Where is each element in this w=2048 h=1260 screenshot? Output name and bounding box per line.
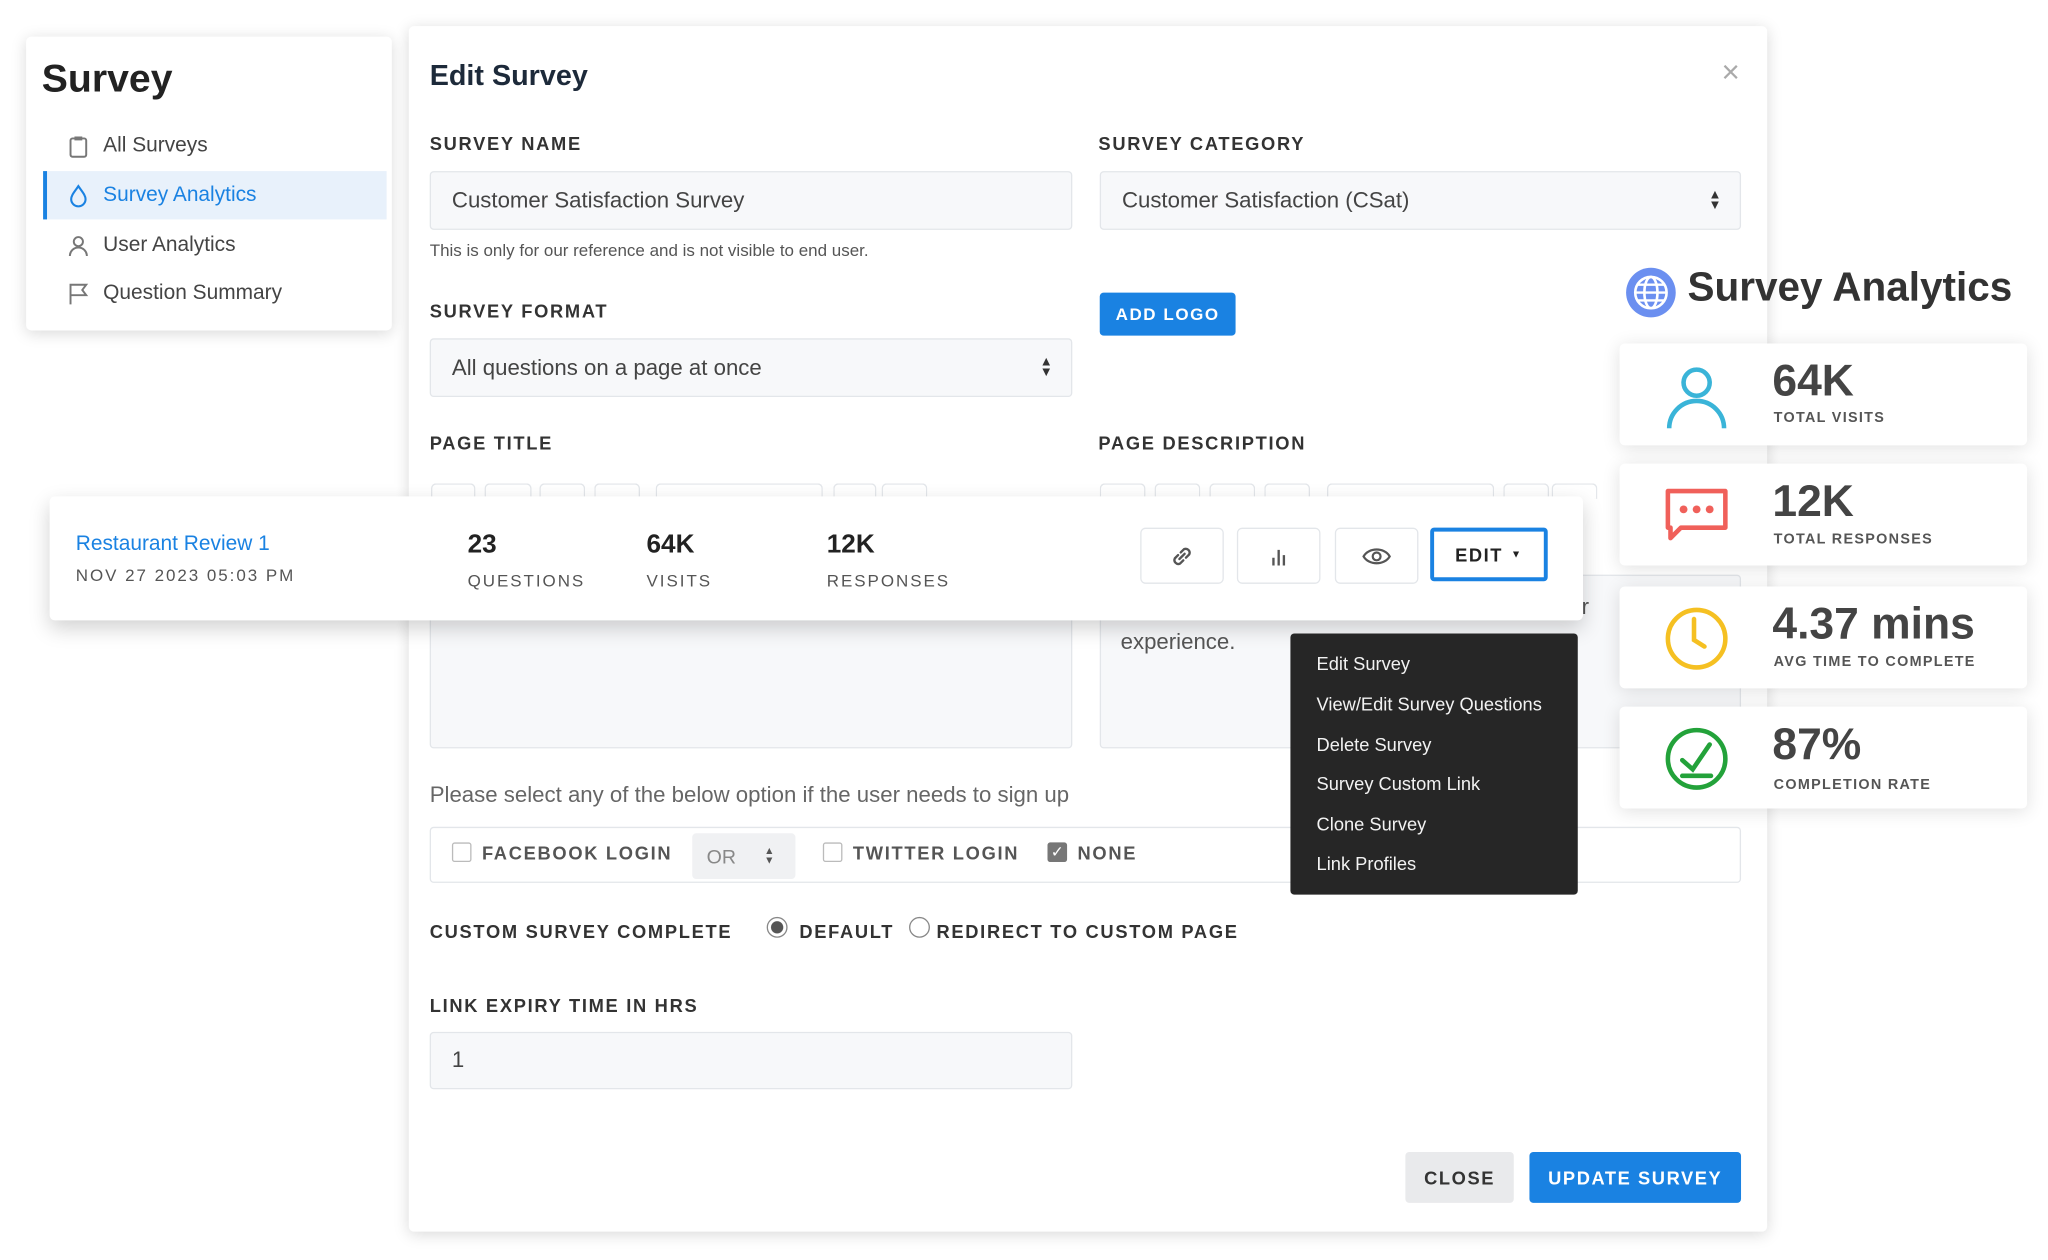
- page-description-text: experience.: [1120, 629, 1236, 655]
- stat-label: AVG TIME TO COMPLETE: [1773, 654, 1976, 671]
- check-circle-icon: [1665, 727, 1728, 790]
- signup-operator-select[interactable]: OR ▲ ▼: [692, 833, 796, 880]
- edit-label: EDIT: [1455, 543, 1504, 565]
- chat-bubble-icon: [1665, 488, 1728, 541]
- sidebar-item-label: Question Summary: [103, 281, 283, 304]
- survey-format-select[interactable]: All questions on a page at once ▲ ▼: [429, 338, 1073, 398]
- select-arrows-icon: ▲ ▼: [764, 845, 775, 866]
- link-expiry-label: LINK EXPIRY TIME IN HRS: [429, 995, 699, 1017]
- redirect-radio-label: REDIRECT TO CUSTOM PAGE: [936, 920, 1239, 942]
- analytics-button[interactable]: [1236, 527, 1321, 584]
- stat-value: 87%: [1772, 719, 1862, 770]
- sidebar-item-label: All Surveys: [103, 133, 208, 157]
- page-title-label: PAGE TITLE: [429, 432, 554, 454]
- sidebar-item-user-analytics[interactable]: User Analytics: [43, 221, 387, 269]
- preview-button[interactable]: [1334, 527, 1419, 584]
- select-arrows-icon: ▲ ▼: [1708, 188, 1722, 213]
- custom-survey-complete-label: CUSTOM SURVEY COMPLETE: [429, 920, 733, 942]
- questions-label: QUESTIONS: [467, 570, 586, 591]
- link-expiry-input[interactable]: 1: [429, 1031, 1073, 1090]
- operator-value: OR: [706, 846, 736, 869]
- survey-name-input[interactable]: Customer Satisfaction Survey: [429, 171, 1073, 230]
- menu-item-link-profiles[interactable]: Link Profiles: [1317, 853, 1417, 874]
- sidebar-item-label: Survey Analytics: [103, 183, 257, 206]
- clock-icon: [1665, 607, 1728, 670]
- menu-item-clone-survey[interactable]: Clone Survey: [1317, 814, 1427, 835]
- survey-format-value: All questions on a page at once: [451, 354, 762, 380]
- default-radio[interactable]: [766, 916, 788, 938]
- flag-icon: [69, 283, 89, 304]
- survey-date: NOV 27 2023 05:03 PM: [75, 565, 296, 586]
- sidebar-item-survey-analytics[interactable]: Survey Analytics: [43, 171, 387, 220]
- facebook-login-checkbox[interactable]: [451, 842, 472, 863]
- default-radio-label: DEFAULT: [799, 920, 895, 942]
- sidebar-item-question-summary[interactable]: Question Summary: [43, 269, 387, 317]
- sidebar-item-label: User Analytics: [103, 233, 236, 256]
- none-label: NONE: [1077, 842, 1138, 864]
- survey-category-select[interactable]: Customer Satisfaction (CSat) ▲ ▼: [1099, 171, 1742, 230]
- stat-card-avg-time: 4.37 mins AVG TIME TO COMPLETE: [1619, 586, 2028, 689]
- caret-down-icon: ▼: [1510, 548, 1523, 561]
- globe-icon: [1626, 267, 1676, 318]
- facebook-login-label: FACEBOOK LOGIN: [481, 842, 673, 864]
- signup-prompt: Please select any of the below option if…: [429, 782, 1070, 808]
- stat-label: COMPLETION RATE: [1773, 777, 1932, 793]
- link-icon: [1173, 547, 1191, 565]
- add-logo-button[interactable]: ADD LOGO: [1099, 292, 1236, 336]
- modal-title: Edit Survey: [429, 58, 588, 92]
- visits-label: VISITS: [646, 570, 713, 591]
- none-checkbox[interactable]: ✓: [1047, 842, 1068, 863]
- menu-item-custom-link[interactable]: Survey Custom Link: [1317, 773, 1481, 794]
- survey-category-label: SURVEY CATEGORY: [1098, 133, 1306, 155]
- close-button[interactable]: CLOSE: [1405, 1151, 1514, 1203]
- edit-dropdown-button[interactable]: EDIT ▼: [1430, 527, 1548, 582]
- clipboard-icon: [69, 135, 88, 158]
- survey-name-link[interactable]: Restaurant Review 1: [76, 533, 270, 557]
- user-icon: [1666, 367, 1727, 429]
- stat-value: 4.37 mins: [1772, 599, 1975, 650]
- page-description-label: PAGE DESCRIPTION: [1098, 432, 1307, 454]
- select-arrows-icon: ▲ ▼: [1039, 355, 1053, 381]
- edit-dropdown-menu: Edit Survey View/Edit Survey Questions D…: [1290, 633, 1578, 895]
- stat-card-completion-rate: 87% COMPLETION RATE: [1619, 706, 2028, 809]
- survey-name-help: This is only for our reference and is no…: [429, 240, 869, 260]
- redirect-radio[interactable]: [909, 916, 930, 938]
- survey-name-label: SURVEY NAME: [429, 133, 582, 155]
- update-survey-button[interactable]: UPDATE SURVEY: [1529, 1151, 1742, 1203]
- menu-item-delete-survey[interactable]: Delete Survey: [1317, 734, 1432, 755]
- stat-label: TOTAL RESPONSES: [1773, 531, 1933, 548]
- user-icon: [68, 235, 88, 256]
- survey-format-label: SURVEY FORMAT: [429, 300, 609, 322]
- copy-link-button[interactable]: [1140, 527, 1224, 584]
- droplet-icon: [70, 183, 87, 207]
- menu-item-edit-survey[interactable]: Edit Survey: [1317, 653, 1411, 674]
- stat-value: 64K: [1772, 356, 1854, 407]
- sidebar-item-all-surveys[interactable]: All Surveys: [43, 121, 387, 169]
- menu-item-view-edit-questions[interactable]: View/Edit Survey Questions: [1317, 694, 1542, 715]
- analytics-title: Survey Analytics: [1687, 263, 2013, 310]
- sidebar-title: Survey: [41, 57, 173, 101]
- stat-card-total-responses: 12K TOTAL RESPONSES: [1619, 463, 2028, 566]
- stat-value: 12K: [1772, 476, 1854, 527]
- eye-icon: [1362, 547, 1391, 564]
- questions-count: 23: [467, 530, 497, 560]
- stat-label: TOTAL VISITS: [1773, 410, 1886, 426]
- responses-label: RESPONSES: [826, 570, 951, 591]
- visits-count: 64K: [646, 530, 695, 560]
- twitter-login-label: TWITTER LOGIN: [852, 842, 1020, 864]
- twitter-login-checkbox[interactable]: [822, 842, 843, 863]
- stat-card-total-visits: 64K TOTAL VISITS: [1619, 343, 2028, 446]
- close-icon[interactable]: ×: [1721, 55, 1739, 92]
- survey-category-value: Customer Satisfaction (CSat): [1121, 187, 1410, 213]
- bar-chart-icon: [1272, 549, 1286, 565]
- responses-count: 12K: [826, 530, 875, 560]
